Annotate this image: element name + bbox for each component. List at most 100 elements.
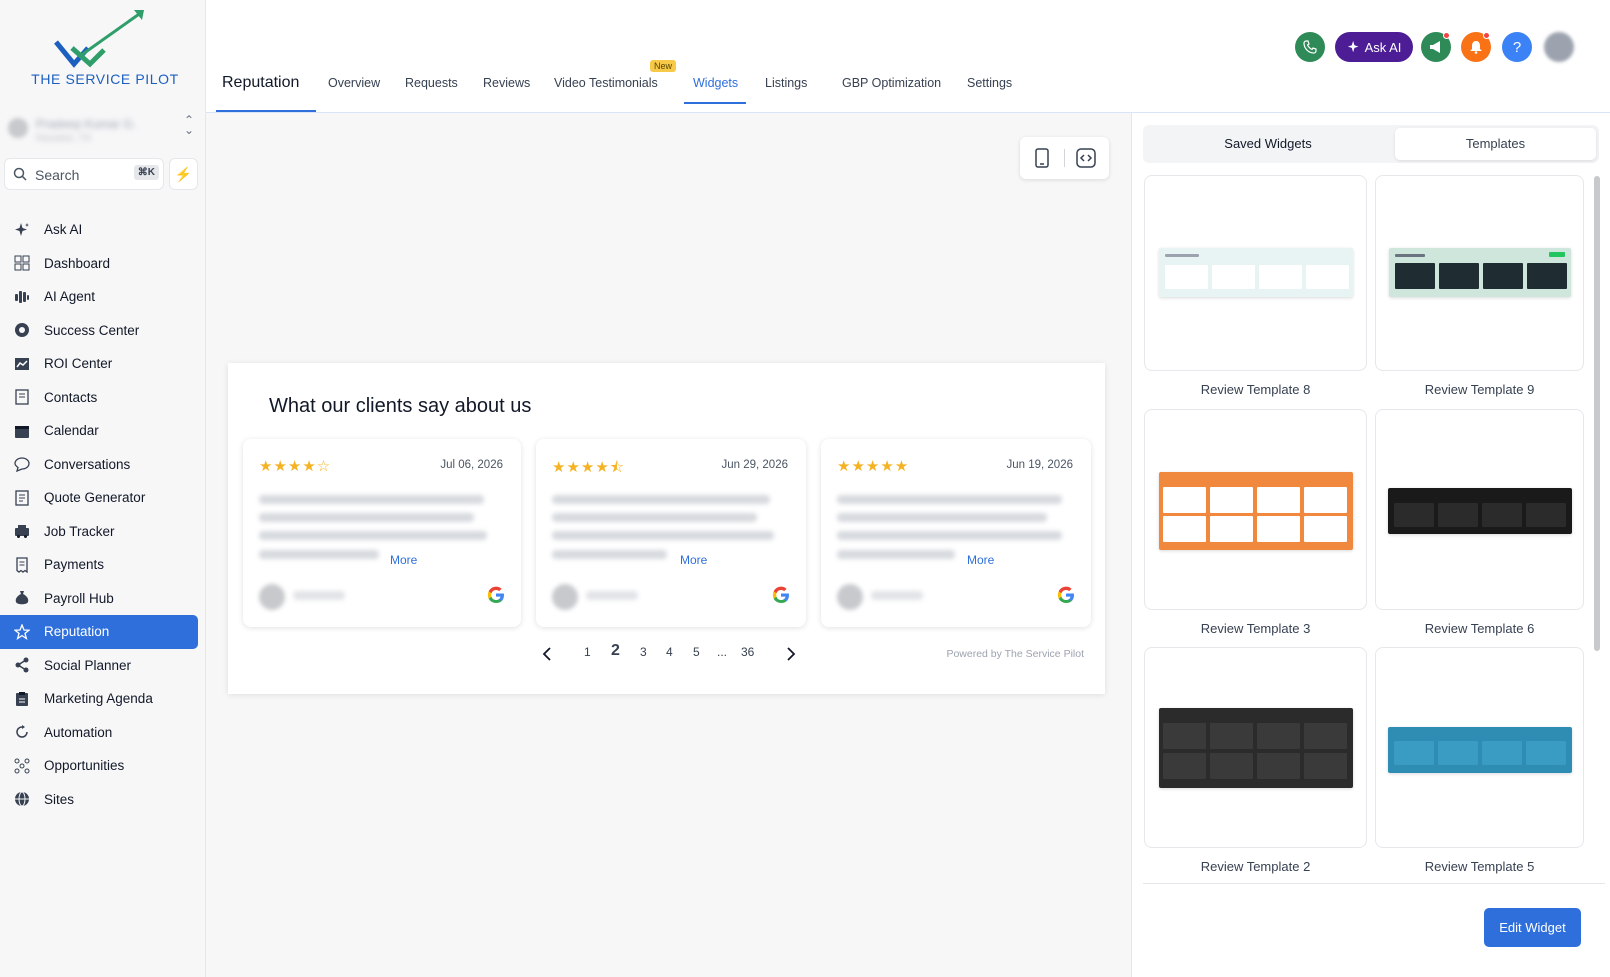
template-label: Review Template 3 [1200, 621, 1311, 636]
sidebar-item-payroll-hub[interactable]: Payroll Hub [0, 582, 198, 616]
automation-icon [16, 725, 28, 738]
mobile-view-icon[interactable] [1034, 148, 1050, 168]
search-shortcut: ⌘K [133, 165, 159, 180]
tab-saved-widgets[interactable]: Saved Widgets [1143, 125, 1393, 163]
account-name: Pradeep Kumar G. [36, 117, 137, 131]
tab-listings[interactable]: Listings [765, 76, 807, 90]
sidebar-item-conversations[interactable]: Conversations [0, 448, 198, 482]
sidebar-item-label: Marketing Agenda [44, 691, 153, 707]
tab-video-testimonials[interactable]: Video Testimonials [554, 76, 658, 90]
template-thumbnail [1388, 488, 1572, 534]
template-thumbnail [1159, 248, 1353, 297]
tab-overview[interactable]: Overview [328, 76, 380, 90]
phone-button[interactable] [1295, 32, 1325, 62]
brand-logo[interactable]: THE SERVICE PILOT [30, 8, 180, 90]
quick-actions-bolt-icon[interactable]: ⚡ [169, 158, 198, 190]
template-card-2[interactable] [1144, 647, 1367, 848]
unread-dot [1483, 32, 1490, 39]
tab-reviews[interactable]: Reviews [483, 76, 530, 90]
money-bag-icon [15, 591, 29, 605]
embed-code-icon[interactable] [1076, 148, 1096, 168]
page-2-current[interactable]: 2 [611, 642, 620, 660]
sidebar-item-reputation[interactable]: Reputation [0, 615, 198, 649]
chat-bubble-icon [14, 457, 30, 473]
brand-name: THE SERVICE PILOT [31, 71, 179, 87]
preview-mode-toggle [1020, 137, 1109, 179]
account-switcher[interactable]: Pradeep Kumar G. Houston, TX ⌃ ⌄ [6, 113, 198, 153]
sparkles-icon [15, 222, 29, 236]
search-input[interactable]: Search ⌘K [4, 158, 164, 190]
chevron-right-icon[interactable] [786, 647, 796, 661]
star-icon [14, 623, 30, 640]
active-tab-underline [684, 102, 746, 104]
more-link[interactable]: More [967, 553, 994, 567]
sidebar-item-label: Quote Generator [44, 490, 146, 506]
sidebar-item-marketing-agenda[interactable]: Marketing Agenda [0, 682, 198, 716]
sidebar-item-label: AI Agent [44, 289, 96, 305]
bell-icon [1470, 41, 1482, 54]
template-card-9[interactable] [1375, 175, 1584, 371]
tab-gbp-optimization[interactable]: GBP Optimization [842, 76, 941, 90]
sidebar-item-social-planner[interactable]: Social Planner [0, 649, 198, 683]
sidebar-item-label: Payments [44, 557, 105, 573]
account-avatar [8, 118, 28, 138]
globe-icon [15, 791, 29, 807]
tab-templates[interactable]: Templates [1395, 128, 1596, 160]
sidebar-item-payments[interactable]: Payments [0, 548, 198, 582]
announcements-button[interactable] [1421, 32, 1451, 62]
page-4[interactable]: 4 [666, 645, 673, 659]
sidebar-item-label: Sites [44, 791, 75, 807]
review-text-line [259, 550, 379, 559]
chevron-left-icon[interactable] [542, 647, 552, 661]
review-text-line [552, 550, 667, 559]
sidebar-item-success-center[interactable]: Success Center [0, 314, 198, 348]
toggle-divider [1064, 149, 1065, 167]
sidebar-item-opportunities[interactable]: Opportunities [0, 749, 198, 783]
new-badge: New [650, 60, 677, 72]
template-card-3[interactable] [1144, 409, 1367, 610]
reviewer-avatar [837, 584, 863, 610]
sidebar-item-label: Automation [44, 724, 113, 740]
sidebar-item-roi-center[interactable]: ROI Center [0, 347, 198, 381]
help-button[interactable]: ? [1502, 32, 1532, 62]
template-card-5[interactable] [1375, 647, 1584, 848]
tab-settings[interactable]: Settings [967, 76, 1012, 90]
sidebar-item-label: Payroll Hub [44, 590, 114, 606]
user-avatar[interactable] [1544, 32, 1574, 62]
review-widget: What our clients say about us ★★★★☆ Jul … [228, 363, 1105, 694]
sidebar-item-sites[interactable]: Sites [0, 783, 198, 817]
more-link[interactable]: More [390, 553, 417, 567]
sidebar-item-contacts[interactable]: Contacts [0, 381, 198, 415]
panel-scrollbar[interactable] [1594, 176, 1600, 651]
review-text-line [259, 495, 484, 504]
sidebar-item-job-tracker[interactable]: Job Tracker [0, 515, 198, 549]
review-card: ★★★★⯪ Jun 29, 2026 More [536, 439, 806, 627]
tab-requests[interactable]: Requests [405, 76, 458, 90]
sidebar-nav: Ask AI Dashboard AI Agent Success Center… [0, 213, 206, 816]
sidebar-item-calendar[interactable]: Calendar [0, 414, 198, 448]
notifications-button[interactable] [1461, 32, 1491, 62]
ask-ai-button[interactable]: Ask AI [1335, 32, 1413, 62]
sidebar-item-dashboard[interactable]: Dashboard [0, 247, 198, 281]
template-card-8[interactable] [1144, 175, 1367, 371]
sidebar-item-ask-ai[interactable]: Ask AI [0, 213, 198, 247]
sidebar-item-label: Dashboard [44, 255, 111, 271]
template-thumbnail [1159, 708, 1353, 788]
google-icon [487, 586, 504, 603]
sidebar-item-ai-agent[interactable]: AI Agent [0, 280, 198, 314]
page-36[interactable]: 36 [741, 645, 754, 659]
template-card-6[interactable] [1375, 409, 1584, 610]
sidebar-item-quote-generator[interactable]: Quote Generator [0, 481, 198, 515]
sidebar-item-automation[interactable]: Automation [0, 716, 198, 750]
page-title: Reputation [222, 74, 300, 91]
document-icon [15, 490, 29, 506]
page-1[interactable]: 1 [584, 645, 591, 659]
phone-icon [1303, 40, 1317, 54]
more-link[interactable]: More [680, 553, 707, 567]
tab-widgets[interactable]: Widgets [693, 76, 738, 90]
page-5[interactable]: 5 [693, 645, 700, 659]
page-3[interactable]: 3 [640, 645, 647, 659]
edit-widget-button[interactable]: Edit Widget [1484, 908, 1581, 947]
template-thumbnail [1388, 727, 1572, 773]
page-ellipsis: ... [717, 645, 728, 659]
